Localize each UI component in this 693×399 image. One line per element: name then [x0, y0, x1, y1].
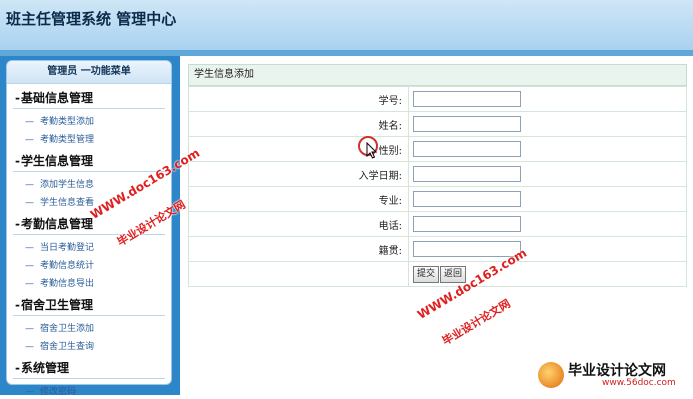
menu-group-student[interactable]: 学生信息管理 — [13, 147, 165, 172]
form-row-enroll-date: 入学日期: — [188, 161, 687, 187]
menu-item-student-view[interactable]: 学生信息查看 — [7, 192, 171, 210]
form-row-name: 姓名: — [188, 111, 687, 137]
enroll-date-input[interactable] — [413, 166, 521, 182]
form-row-student-id: 学号: — [188, 86, 687, 112]
label-name: 姓名: — [188, 111, 409, 137]
student-id-input[interactable] — [413, 91, 521, 107]
label-student-id: 学号: — [188, 86, 409, 112]
app-title: 班主任管理系统 管理中心 — [6, 10, 177, 28]
menu-item-attendance-register[interactable]: 当日考勤登记 — [7, 237, 171, 255]
menu-item-attendance-type-add[interactable]: 考勤类型添加 — [7, 111, 171, 129]
form-row-phone: 电话: — [188, 211, 687, 237]
menu-item-attendance-stats[interactable]: 考勤信息统计 — [7, 255, 171, 273]
main-content: 学生信息添加 学号: 姓名: 性别: 入学日期: 专业: 电话: 籍贯: 提交 … — [188, 64, 687, 287]
logo-watermark: 毕业设计论文网 www.56doc.com — [518, 358, 688, 392]
form-title: 学生信息添加 — [188, 64, 687, 86]
menu-item-dorm-add[interactable]: 宿舍卫生添加 — [7, 318, 171, 336]
major-input[interactable] — [413, 191, 521, 207]
header-bar: 班主任管理系统 管理中心 — [0, 0, 693, 50]
menu-group-dorm[interactable]: 宿舍卫生管理 — [13, 291, 165, 316]
label-phone: 电话: — [188, 211, 409, 237]
form-row-hometown: 籍贯: — [188, 236, 687, 262]
label-hometown: 籍贯: — [188, 236, 409, 262]
menu-item-change-password[interactable]: 修改密码 — [7, 381, 171, 399]
name-input[interactable] — [413, 116, 521, 132]
logo-url: www.56doc.com — [602, 378, 676, 388]
form-row-major: 专业: — [188, 186, 687, 212]
label-major: 专业: — [188, 186, 409, 212]
form-row-gender: 性别: — [188, 136, 687, 162]
submit-button[interactable]: 提交 — [413, 265, 440, 283]
menu-group-system[interactable]: 系统管理 — [13, 354, 165, 379]
cursor-icon — [366, 142, 378, 159]
menu-group-basic[interactable]: 基础信息管理 — [13, 84, 165, 109]
label-enroll-date: 入学日期: — [188, 161, 409, 187]
menu-item-attendance-type-manage[interactable]: 考勤类型管理 — [7, 129, 171, 147]
gender-input[interactable] — [413, 141, 521, 157]
student-form: 学号: 姓名: 性别: 入学日期: 专业: 电话: 籍贯: 提交 返回 — [188, 86, 687, 287]
logo-icon — [538, 362, 564, 388]
sidebar-title: 管理员 一功能菜单 — [7, 61, 171, 84]
actions-spacer — [188, 261, 409, 287]
logo-text: 毕业设计论文网 — [568, 363, 666, 379]
phone-input[interactable] — [413, 216, 521, 232]
menu-item-dorm-query[interactable]: 宿舍卫生查询 — [7, 336, 171, 354]
menu-item-attendance-export[interactable]: 考勤信息导出 — [7, 273, 171, 291]
back-button[interactable]: 返回 — [440, 265, 467, 283]
form-row-actions: 提交 返回 — [188, 261, 687, 287]
